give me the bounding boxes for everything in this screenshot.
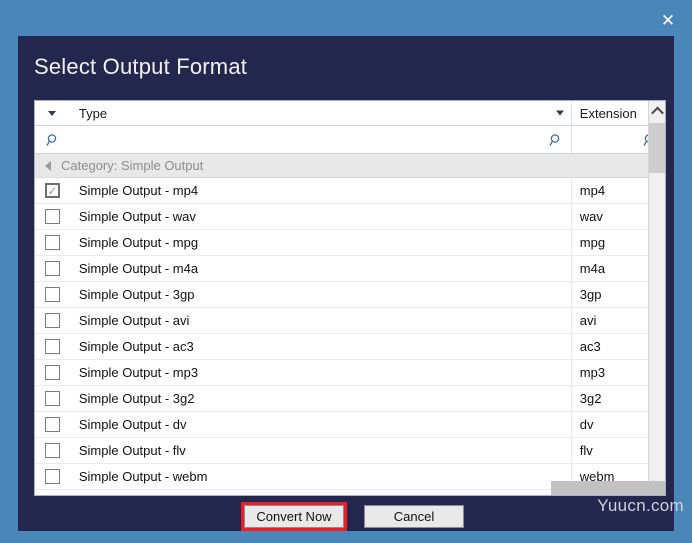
chevron-down-icon[interactable]	[48, 110, 57, 116]
row-type-cell: Simple Output - m4a	[70, 256, 572, 281]
search-icon[interactable]	[549, 133, 563, 147]
checkbox-unchecked[interactable]	[44, 287, 60, 302]
row-checkbox-cell[interactable]: ✓	[35, 178, 70, 203]
close-icon[interactable]: ✕	[658, 11, 678, 31]
scroll-up-button[interactable]	[649, 101, 665, 122]
checkbox-unchecked[interactable]	[44, 209, 60, 224]
chevron-down-icon[interactable]	[555, 110, 564, 116]
convert-now-button[interactable]: Convert Now	[244, 505, 344, 528]
row-checkbox-cell[interactable]	[35, 256, 70, 281]
row-type-cell: Simple Output - 3g2	[70, 386, 572, 411]
column-header-select-all[interactable]	[35, 101, 70, 125]
collapse-arrow-icon[interactable]	[45, 160, 51, 171]
row-checkbox-cell[interactable]	[35, 412, 70, 437]
column-header-type[interactable]: Type	[70, 101, 572, 125]
column-header-type-label: Type	[78, 105, 108, 121]
row-type-cell: Simple Output - ac3	[70, 334, 572, 359]
table-row[interactable]: Simple Output - avi avi	[35, 308, 665, 334]
table-row[interactable]: Simple Output - dv dv	[35, 412, 665, 438]
cancel-button[interactable]: Cancel	[364, 505, 464, 528]
dialog-body: Select Output Format Type Extension Cate…	[18, 36, 674, 531]
checkbox-unchecked[interactable]	[44, 469, 60, 484]
table-row[interactable]: Simple Output - mp3 mp3	[35, 360, 665, 386]
title-bar: ✕	[0, 0, 692, 36]
convert-now-highlight: Convert Now	[241, 502, 347, 531]
checkbox-unchecked[interactable]	[44, 365, 60, 380]
row-type-cell: Simple Output - mp4	[70, 178, 572, 203]
checkbox-unchecked[interactable]	[44, 339, 60, 354]
row-type-cell: Simple Output - 3gp	[70, 282, 572, 307]
table-row[interactable]: Simple Output - wav wav	[35, 204, 665, 230]
table-row[interactable]: Simple Output - flv flv	[35, 438, 665, 464]
row-type-cell: Simple Output - webm	[70, 464, 572, 489]
filter-input-type[interactable]	[70, 126, 572, 153]
chevron-up-icon	[651, 106, 664, 120]
row-checkbox-cell[interactable]	[35, 334, 70, 359]
dialog-window: ✕ Select Output Format Type Extension Ca…	[0, 0, 692, 543]
table-row[interactable]: Simple Output - ac3 ac3	[35, 334, 665, 360]
row-type-cell: Simple Output - flv	[70, 438, 572, 463]
row-type-cell: Simple Output - mp3	[70, 360, 572, 385]
column-header-extension-label: Extension	[579, 105, 637, 121]
row-type-cell: Simple Output - avi	[70, 308, 572, 333]
grid-filter-row	[35, 126, 665, 154]
row-checkbox-cell[interactable]	[35, 204, 70, 229]
checkbox-unchecked[interactable]	[44, 443, 60, 458]
checkbox-unchecked[interactable]	[44, 391, 60, 406]
table-row[interactable]: Simple Output - 3gp 3gp	[35, 282, 665, 308]
scrollbar-thumb[interactable]	[649, 123, 665, 173]
horizontal-scrollbar[interactable]	[551, 481, 665, 495]
row-checkbox-cell[interactable]	[35, 282, 70, 307]
row-checkbox-cell[interactable]	[35, 386, 70, 411]
row-checkbox-cell[interactable]	[35, 438, 70, 463]
format-grid: Type Extension Category: Simple Output ✓…	[34, 100, 666, 496]
row-type-cell: Simple Output - dv	[70, 412, 572, 437]
grid-rows[interactable]: ✓ Simple Output - mp4 mp4 Simple Output - w…	[35, 178, 665, 490]
page-title: Select Output Format	[34, 54, 248, 79]
table-row[interactable]: Simple Output - m4a m4a	[35, 256, 665, 282]
dialog-button-bar: Convert Now Cancel	[18, 502, 674, 531]
checkbox-checked[interactable]: ✓	[44, 183, 60, 198]
row-checkbox-cell[interactable]	[35, 308, 70, 333]
row-checkbox-cell[interactable]	[35, 464, 70, 489]
check-icon: ✓	[47, 183, 58, 198]
filter-cell-select[interactable]	[35, 126, 70, 153]
cancel-button-wrap: Cancel	[364, 505, 464, 528]
checkbox-unchecked[interactable]	[44, 313, 60, 328]
search-icon[interactable]	[46, 133, 60, 147]
row-checkbox-cell[interactable]	[35, 360, 70, 385]
vertical-scrollbar[interactable]	[648, 101, 665, 495]
checkbox-unchecked[interactable]	[44, 417, 60, 432]
checkbox-unchecked[interactable]	[44, 261, 60, 276]
row-checkbox-cell[interactable]	[35, 230, 70, 255]
category-group-header[interactable]: Category: Simple Output	[35, 154, 665, 178]
table-row[interactable]: ✓ Simple Output - mp4 mp4	[35, 178, 665, 204]
table-row[interactable]: Simple Output - mpg mpg	[35, 230, 665, 256]
table-row[interactable]: Simple Output - 3g2 3g2	[35, 386, 665, 412]
checkbox-unchecked[interactable]	[44, 235, 60, 250]
grid-header-row: Type Extension	[35, 101, 665, 126]
row-type-cell: Simple Output - mpg	[70, 230, 572, 255]
category-label: Category: Simple Output	[61, 158, 204, 173]
row-type-cell: Simple Output - wav	[70, 204, 572, 229]
